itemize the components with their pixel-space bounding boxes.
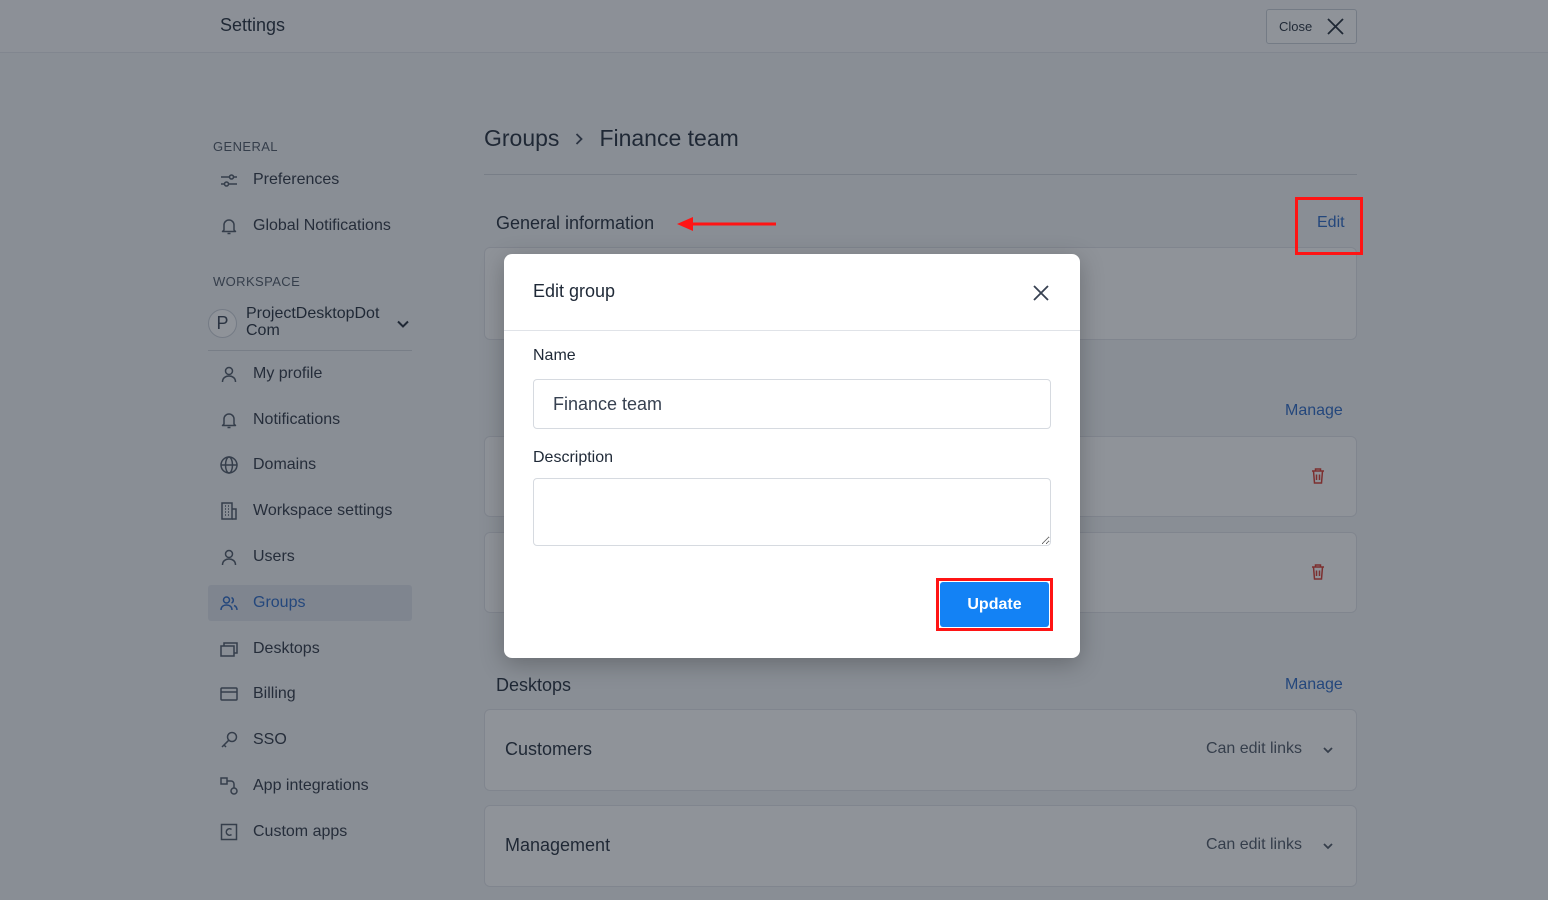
description-textarea[interactable]: [533, 478, 1051, 546]
name-label: Name: [533, 347, 576, 364]
name-input[interactable]: [533, 379, 1051, 429]
edit-group-modal: Edit group Name Description Update: [504, 254, 1080, 658]
annotation-highlight-update: [936, 578, 1053, 631]
close-icon[interactable]: [1031, 283, 1051, 303]
description-label: Description: [533, 449, 614, 466]
modal-title: Edit group: [533, 281, 616, 301]
annotation-highlight-edit: [1295, 197, 1363, 255]
annotation-arrow: [677, 217, 776, 231]
modal-divider: [504, 330, 1080, 331]
